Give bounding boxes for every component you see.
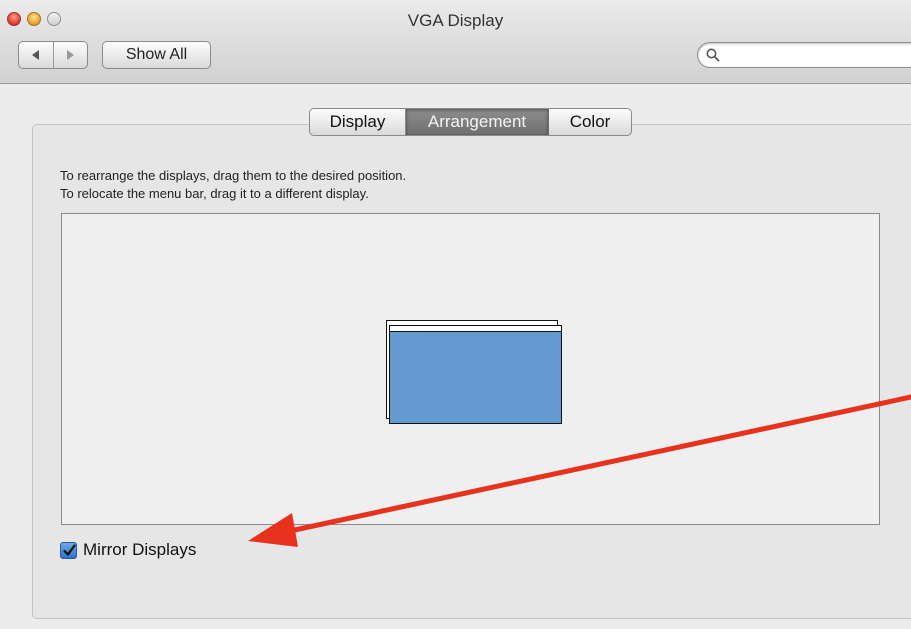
mirror-displays-option[interactable]: Mirror Displays bbox=[60, 540, 196, 560]
back-arrow-icon bbox=[31, 50, 39, 60]
mirror-displays-checkbox[interactable] bbox=[60, 541, 77, 559]
tab-arrangement[interactable]: Arrangement bbox=[406, 109, 549, 135]
back-button[interactable] bbox=[19, 42, 54, 68]
checkmark-icon bbox=[63, 543, 76, 556]
window-title: VGA Display bbox=[407, 11, 504, 30]
back-forward-control[interactable] bbox=[18, 41, 88, 69]
tab-color[interactable]: Color bbox=[549, 109, 631, 135]
forward-arrow-icon bbox=[67, 50, 75, 60]
mirror-displays-label[interactable]: Mirror Displays bbox=[83, 540, 196, 560]
instruction-text-rearrange: To rearrange the displays, drag them to … bbox=[60, 168, 407, 183]
tab-bar: Display Arrangement Color bbox=[309, 108, 632, 136]
forward-button[interactable] bbox=[54, 42, 88, 68]
primary-display-thumbnail[interactable] bbox=[389, 325, 562, 424]
search-field[interactable] bbox=[697, 42, 911, 68]
instruction-text-menubar: To relocate the menu bar, drag it to a d… bbox=[60, 186, 369, 201]
search-icon bbox=[706, 48, 720, 62]
show-all-button[interactable]: Show All bbox=[102, 41, 211, 69]
display-arrangement-area[interactable] bbox=[61, 213, 880, 525]
title-bar[interactable]: VGA Display Show All bbox=[0, 0, 911, 84]
tab-display[interactable]: Display bbox=[310, 109, 406, 135]
